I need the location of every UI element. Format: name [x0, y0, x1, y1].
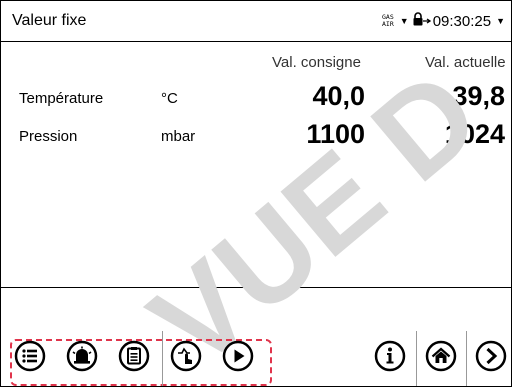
page-title: Valeur fixe [12, 12, 87, 29]
clock-time: 09:30:25 [432, 12, 492, 30]
row-label-temperature: Température [19, 90, 104, 107]
next-icon [475, 340, 507, 372]
air-label: AIR [382, 20, 394, 28]
setpoint-column-header: Val. consigne [272, 54, 361, 71]
gas-dropdown-icon[interactable]: ▼ [400, 16, 409, 26]
title-bar: Valeur fixe GAS AIR ▼ 09:30:25 ▼ [1, 1, 511, 42]
clipboard-button[interactable] [118, 340, 150, 372]
home-button[interactable] [425, 340, 457, 372]
setpoint-pressure[interactable]: 1100 [261, 119, 365, 150]
menu-button[interactable] [14, 340, 46, 372]
home-icon [425, 340, 457, 372]
setpoint-temperature[interactable]: 40,0 [261, 81, 365, 112]
unit-pressure: mbar [161, 128, 196, 145]
alarm-button[interactable] [66, 340, 98, 372]
touch-icon [170, 340, 202, 372]
gas-air-indicator[interactable]: GAS AIR [382, 14, 394, 28]
info-icon [374, 340, 406, 372]
unit-temperature: °C [161, 90, 178, 107]
menu-icon [14, 340, 46, 372]
touch-button[interactable] [170, 340, 202, 372]
clipboard-icon [118, 340, 150, 372]
actual-pressure: 1024 [444, 119, 505, 149]
status-area: GAS AIR ▼ 09:30:25 ▼ [382, 12, 505, 30]
time-dropdown-icon[interactable]: ▼ [496, 16, 505, 26]
next-button[interactable] [475, 340, 507, 372]
footer-divider [1, 287, 511, 288]
play-icon [222, 340, 254, 372]
alarm-icon [66, 340, 98, 372]
toolbar-separator [162, 331, 163, 386]
actual-column-header: Val. actuelle [425, 54, 506, 71]
controller-screen: Valeur fixe GAS AIR ▼ 09:30:25 ▼ Val. co… [0, 0, 512, 387]
lock-icon[interactable] [413, 12, 431, 30]
toolbar-separator [466, 331, 467, 386]
info-button[interactable] [374, 340, 406, 372]
actual-temperature: 39,8 [452, 81, 505, 111]
toolbar-separator [416, 331, 417, 386]
row-label-pressure: Pression [19, 128, 78, 145]
start-button[interactable] [222, 340, 254, 372]
